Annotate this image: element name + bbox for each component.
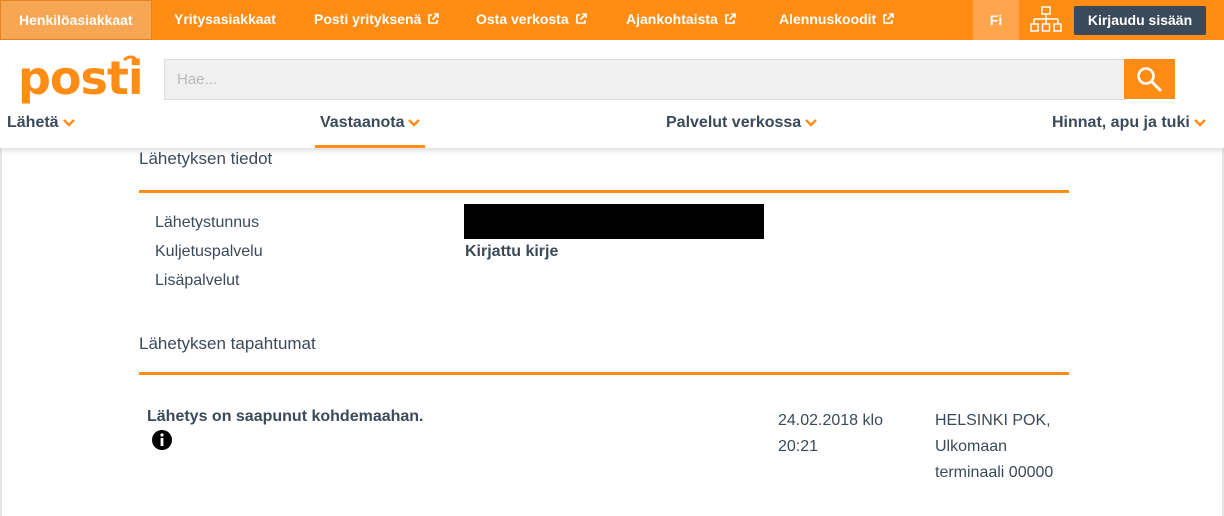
chevron-down-icon xyxy=(62,119,75,127)
nav-label: Lähetä xyxy=(7,114,59,131)
search-button[interactable] xyxy=(1124,59,1175,99)
tab-label: Posti yrityksenä xyxy=(314,11,422,27)
tab-alennuskoodit[interactable]: Alennuskoodit xyxy=(779,0,895,40)
external-link-icon xyxy=(575,13,587,24)
section-divider xyxy=(139,190,1069,193)
tab-label: Osta verkosta xyxy=(476,11,569,27)
nav-laheta[interactable]: Lähetä xyxy=(7,114,75,132)
chevron-down-icon xyxy=(1193,119,1206,127)
svg-text:posti: posti xyxy=(18,54,140,105)
search-icon xyxy=(1137,67,1162,92)
tab-yritysasiakkaat[interactable]: Yritysasiakkaat xyxy=(174,0,276,40)
tab-label: Ajankohtaista xyxy=(626,11,718,27)
login-button[interactable]: Kirjaudu sisään xyxy=(1074,6,1206,35)
tab-henkiloasiakkaat[interactable]: Henkilöasiakkaat xyxy=(0,0,152,40)
tab-posti-yrityksena[interactable]: Posti yrityksenä xyxy=(314,0,440,40)
field-value-service: Kirjattu kirje xyxy=(465,243,559,260)
sitemap-icon[interactable] xyxy=(1030,6,1062,34)
top-bar: Henkilöasiakkaat Yritysasiakkaat Posti y… xyxy=(0,0,1224,40)
section-divider xyxy=(139,372,1069,375)
external-link-icon xyxy=(725,13,736,24)
tab-ajankohtaista[interactable]: Ajankohtaista xyxy=(626,0,736,40)
field-label-service: Kuljetuspalvelu xyxy=(155,243,263,260)
field-label-tracking-id: Lähetystunnus xyxy=(155,214,260,231)
external-link-icon xyxy=(428,13,440,24)
nav-palvelut-verkossa[interactable]: Palvelut verkossa xyxy=(666,114,818,132)
chevron-down-icon xyxy=(408,119,421,127)
tracking-id-redacted xyxy=(464,204,764,239)
event-title: Lähetys on saapunut kohdemaahan. xyxy=(147,408,424,425)
search-input[interactable] xyxy=(164,59,1126,100)
nav-hinnat-apu-tuki[interactable]: Hinnat, apu ja tuki xyxy=(1052,114,1206,132)
nav-label: Hinnat, apu ja tuki xyxy=(1052,114,1190,131)
tab-label: Henkilöasiakkaat xyxy=(19,12,133,28)
tab-osta-verkosta[interactable]: Osta verkosta xyxy=(476,0,587,40)
active-nav-indicator xyxy=(315,145,425,148)
nav-vastaanota[interactable]: Vastaanota xyxy=(320,114,421,132)
shipment-details-title: Lähetyksen tiedot xyxy=(139,149,273,168)
external-link-icon xyxy=(883,13,895,24)
nav-label: Vastaanota xyxy=(320,114,405,131)
tab-label: Yritysasiakkaat xyxy=(174,11,276,27)
nav-label: Palvelut verkossa xyxy=(666,114,802,131)
posti-logo[interactable]: posti xyxy=(18,54,140,110)
page-edge-left xyxy=(0,148,2,516)
info-icon[interactable] xyxy=(152,430,172,450)
language-selector[interactable]: Fi xyxy=(973,0,1019,40)
chevron-down-icon xyxy=(805,119,818,127)
event-date: 24.02.2018 klo 20:21 xyxy=(778,412,883,455)
field-label-extra-services: Lisäpalvelut xyxy=(155,272,240,289)
event-location: HELSINKI POK, Ulkomaan terminaali 00000 xyxy=(935,412,1054,481)
site-header: posti Lähetä Vastaanota Palvelut verkoss… xyxy=(0,40,1224,148)
shipment-events-title: Lähetyksen tapahtumat xyxy=(139,334,316,353)
tab-label: Alennuskoodit xyxy=(779,11,877,27)
